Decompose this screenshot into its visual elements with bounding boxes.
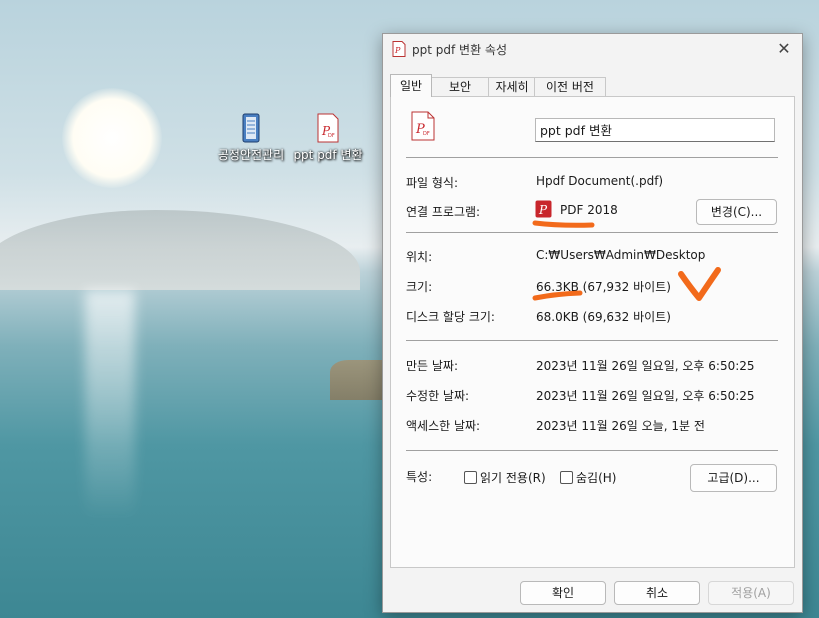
annotation-underline-size bbox=[532, 290, 583, 301]
tab-general[interactable]: 일반 bbox=[390, 74, 432, 97]
annotation-checkmark bbox=[678, 267, 721, 301]
annotation-underline-program bbox=[532, 220, 595, 228]
